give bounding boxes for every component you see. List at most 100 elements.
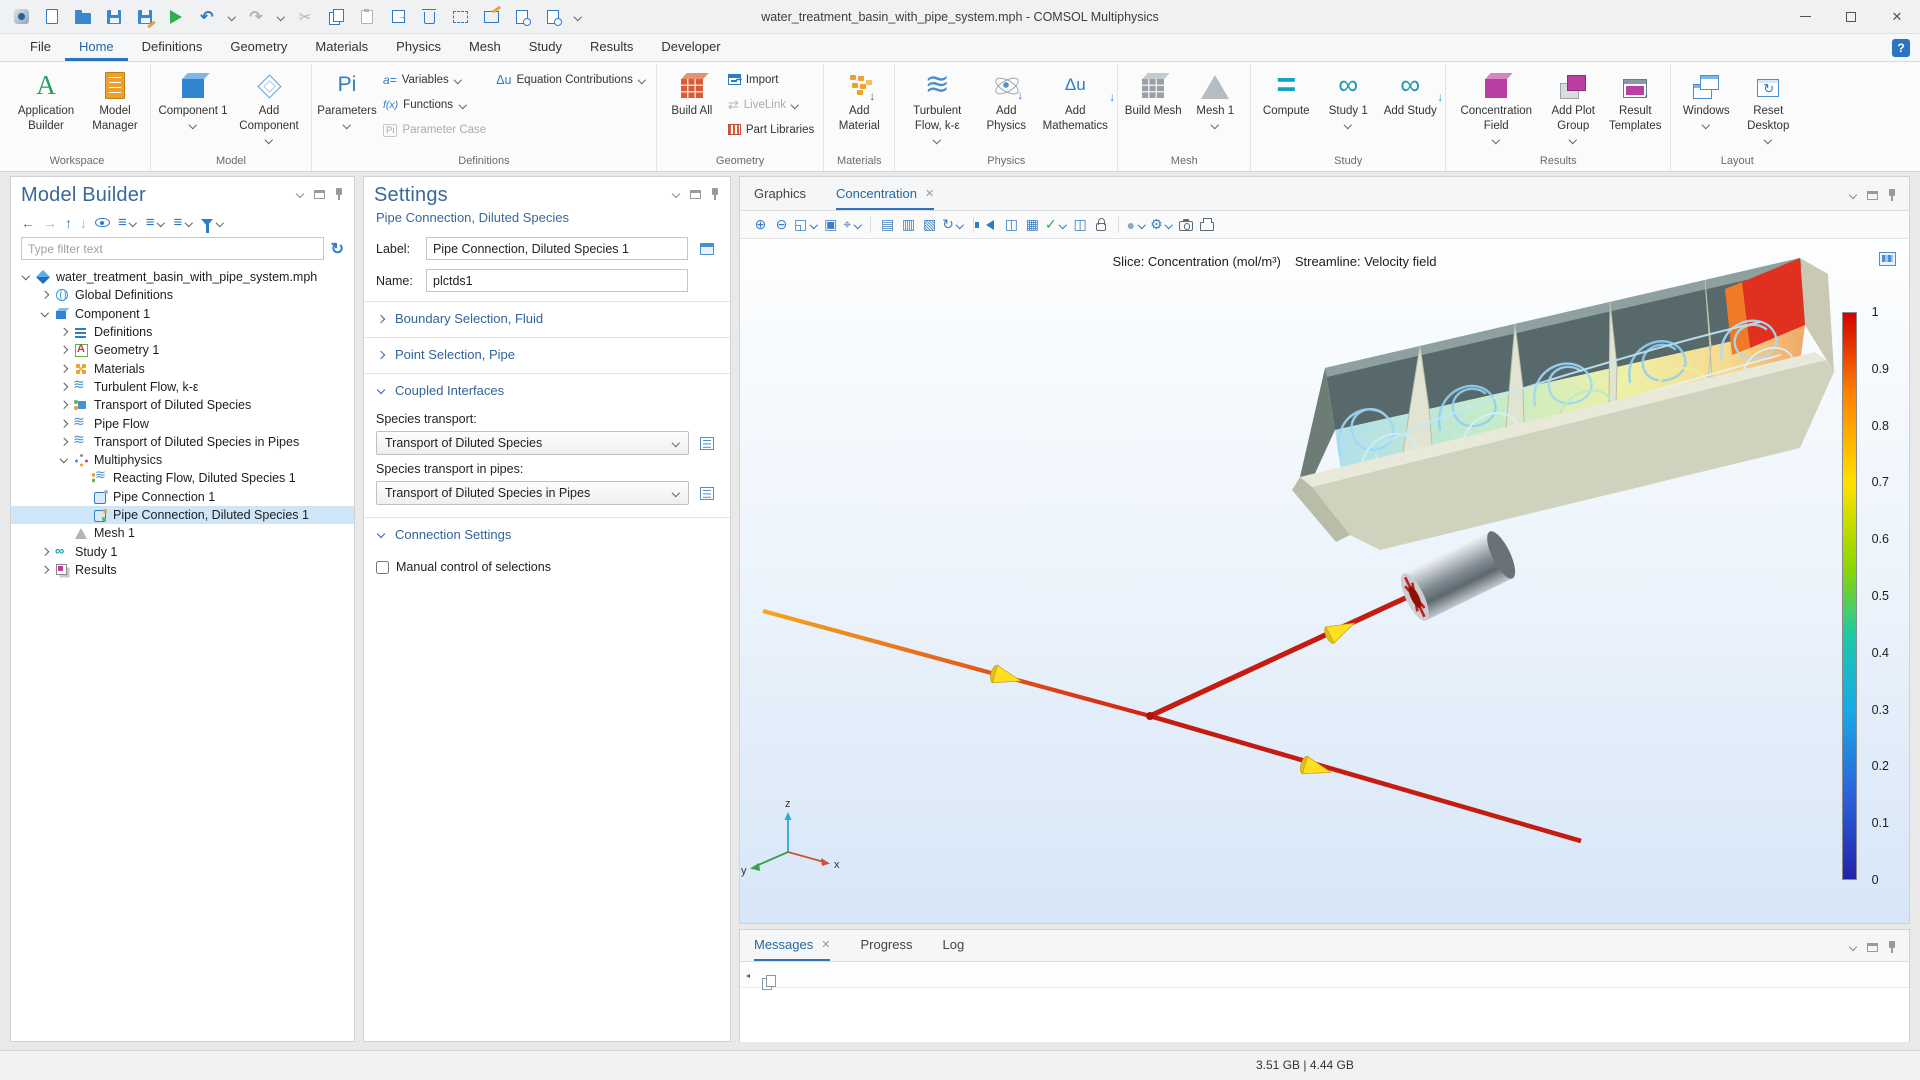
tab-progress[interactable]: Progress (860, 937, 912, 961)
select-box-button[interactable] (449, 6, 471, 28)
model-tree-node-text-icon[interactable] (174, 214, 194, 231)
reset-desktop-button[interactable]: Reset Desktop (1738, 64, 1798, 146)
tree-item-root[interactable]: water_treatment_basin_with_pipe_system.m… (11, 268, 354, 286)
concentration-field-button[interactable]: Concentration Field (1451, 64, 1541, 146)
pin-icon[interactable] (1887, 189, 1897, 201)
tab-study[interactable]: Study (515, 35, 576, 61)
print-icon[interactable] (1197, 214, 1218, 236)
tree-item-geometry-1[interactable]: Geometry 1 (11, 341, 354, 359)
build-all-button[interactable]: Build All (662, 64, 722, 119)
find-replace-button[interactable] (542, 6, 564, 28)
undo-caret-icon[interactable] (227, 13, 236, 20)
tree-item-pipe-connection-1[interactable]: Pipe Connection 1 (11, 488, 354, 506)
part-libraries-button[interactable]: Part Libraries (724, 119, 818, 140)
window-split-icon[interactable]: ◫ (1070, 214, 1091, 236)
tab-geometry[interactable]: Geometry (216, 35, 301, 61)
component-1-button[interactable]: Component 1 (156, 64, 230, 131)
tree-item-reacting-flow[interactable]: Reacting Flow, Diluted Species 1 (11, 469, 354, 487)
section-point-selection-pipe[interactable]: Point Selection, Pipe (364, 337, 730, 369)
qat-customize-icon[interactable] (573, 13, 582, 20)
redo-button[interactable] (245, 6, 267, 28)
chevron-right-icon[interactable] (57, 325, 72, 339)
chevron-down-icon[interactable] (57, 453, 72, 467)
go-to-source-button[interactable] (696, 482, 718, 504)
tree-item-pipe-flow[interactable]: Pipe Flow (11, 414, 354, 432)
back-icon[interactable]: ← (21, 215, 35, 231)
tree-item-multiphysics[interactable]: Multiphysics (11, 451, 354, 469)
open-file-button[interactable] (72, 6, 94, 28)
graphics-canvas[interactable]: Slice: Concentration (mol/m³)Streamline:… (740, 240, 1909, 923)
tree-item-transport-diluted-species-pipes[interactable]: Transport of Diluted Species in Pipes (11, 433, 354, 451)
species-transport-pipes-combo[interactable]: Transport of Diluted Species in Pipes (376, 481, 689, 505)
view-zx-icon[interactable]: ▧ (919, 214, 940, 236)
go-to-view-icon[interactable]: ⌖ (841, 214, 864, 236)
panel-menu-icon[interactable] (1849, 192, 1858, 199)
scene-settings-icon[interactable]: ⚙ (1148, 214, 1176, 236)
float-icon[interactable] (314, 190, 325, 199)
application-builder-button[interactable]: Application Builder (9, 64, 83, 134)
chevron-down-icon[interactable] (38, 307, 53, 321)
image-snapshot-icon[interactable]: ◫ (1001, 214, 1022, 236)
tree-item-component-1[interactable]: Component 1 (11, 305, 354, 323)
lock-icon[interactable] (1091, 214, 1112, 236)
tree-item-pipe-connection-diluted-species-1[interactable]: Pipe Connection, Diluted Species 1 (11, 506, 354, 524)
plot-legend-icon[interactable] (1879, 252, 1896, 266)
move-down-icon[interactable]: ↓ (80, 215, 87, 231)
tree-item-global-definitions[interactable]: Global Definitions (11, 286, 354, 304)
view-yz-icon[interactable]: ▥ (898, 214, 919, 236)
chevron-right-icon[interactable] (57, 417, 72, 431)
maximize-button[interactable] (1828, 0, 1874, 33)
panel-menu-icon[interactable] (672, 191, 681, 198)
zoom-box-icon[interactable]: ◱ (792, 214, 820, 236)
zoom-out-icon[interactable]: ⊖ (771, 214, 792, 236)
move-up-icon[interactable]: ↑ (65, 215, 72, 231)
tab-physics[interactable]: Physics (382, 35, 455, 61)
name-field[interactable] (426, 269, 688, 292)
pin-icon[interactable] (334, 188, 344, 200)
tree-item-study-1[interactable]: Study 1 (11, 542, 354, 560)
livelink-button[interactable]: LiveLink (724, 94, 818, 115)
chevron-right-icon[interactable] (57, 380, 72, 394)
find-button[interactable] (511, 6, 533, 28)
pin-icon[interactable] (710, 188, 720, 200)
tab-home[interactable]: Home (65, 35, 128, 61)
section-boundary-selection-fluid[interactable]: Boundary Selection, Fluid (364, 301, 730, 333)
tab-definitions[interactable]: Definitions (128, 35, 217, 61)
windows-button[interactable]: Windows (1676, 64, 1736, 131)
model-manager-button[interactable]: Model Manager (85, 64, 145, 134)
rename-button[interactable] (696, 238, 718, 260)
screenshot-camera-icon[interactable] (1176, 214, 1197, 236)
mesh-1-button[interactable]: Mesh 1 (1185, 64, 1245, 131)
add-physics-button[interactable]: ↓ Add Physics (976, 64, 1036, 134)
sound-icon[interactable] (980, 214, 1001, 236)
chevron-right-icon[interactable] (57, 435, 72, 449)
float-icon[interactable] (1867, 943, 1878, 952)
expand-all-icon[interactable] (146, 214, 166, 231)
run-button[interactable] (165, 6, 187, 28)
result-templates-button[interactable]: ↓ Result Templates (1605, 64, 1665, 134)
parameters-button[interactable]: Parameters (317, 64, 377, 131)
section-connection-settings[interactable]: Connection Settings (364, 517, 730, 549)
float-icon[interactable] (1867, 191, 1878, 200)
redo-caret-icon[interactable] (276, 13, 285, 20)
parameter-case-button[interactable]: Parameter Case (379, 119, 490, 140)
close-button[interactable] (1874, 0, 1920, 33)
chevron-right-icon[interactable] (57, 362, 72, 376)
scene-3d[interactable]: z x y (740, 240, 1909, 923)
plot-settings-icon[interactable]: ✓ (1043, 214, 1070, 236)
cut-button[interactable] (294, 6, 316, 28)
section-coupled-interfaces[interactable]: Coupled Interfaces (364, 373, 730, 405)
clear-selection-button[interactable] (480, 6, 502, 28)
copy-button[interactable] (325, 6, 347, 28)
color-theme-icon[interactable]: ● (1125, 214, 1148, 236)
tab-mesh[interactable]: Mesh (455, 35, 515, 61)
new-file-button[interactable] (41, 6, 63, 28)
import-button[interactable]: Import (724, 69, 818, 90)
build-mesh-button[interactable]: Build Mesh (1123, 64, 1183, 119)
save-as-button[interactable] (134, 6, 156, 28)
filter-input[interactable] (21, 237, 324, 260)
delete-button[interactable] (418, 6, 440, 28)
go-to-source-button[interactable] (696, 432, 718, 454)
duplicate-button[interactable] (387, 6, 409, 28)
functions-button[interactable]: Functions (379, 94, 490, 115)
